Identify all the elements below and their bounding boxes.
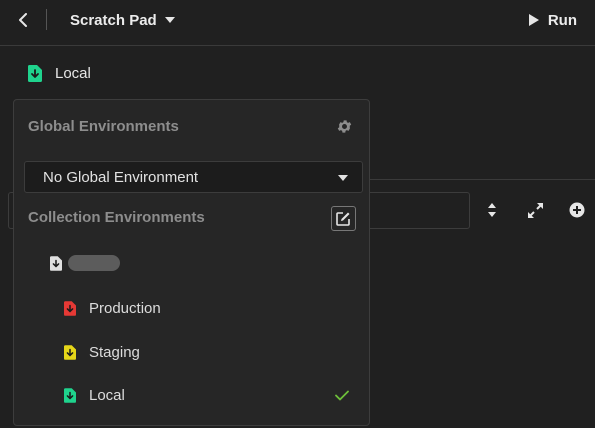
caret-down-icon — [164, 16, 175, 23]
add-icon[interactable] — [568, 201, 586, 219]
environment-dropdown: Global Environments No Global Environmen… — [13, 99, 370, 426]
back-button[interactable] — [14, 10, 32, 30]
edit-environments-button[interactable] — [331, 206, 356, 231]
check-icon — [334, 387, 350, 403]
gear-icon[interactable] — [335, 117, 353, 135]
environment-item-label: Local — [89, 386, 125, 404]
environment-selector-label: Local — [55, 64, 91, 82]
environment-selector[interactable]: Local — [28, 62, 91, 84]
environment-item-label: Staging — [89, 343, 140, 361]
caret-down-icon — [338, 175, 348, 181]
top-bar: Scratch Pad Run — [0, 0, 595, 46]
local-file-icon — [64, 387, 76, 403]
environment-item-label: Production — [89, 299, 161, 317]
environment-item-local[interactable]: Local — [64, 384, 125, 406]
expand-icon[interactable] — [526, 201, 544, 219]
edit-icon — [336, 212, 350, 226]
header-divider — [46, 9, 47, 30]
collection-environments-title: Collection Environments — [28, 209, 205, 226]
sort-icon[interactable] — [483, 201, 501, 219]
global-environment-select[interactable]: No Global Environment — [24, 161, 363, 193]
collection-item[interactable] — [50, 252, 120, 274]
environment-item-staging[interactable]: Staging — [64, 341, 140, 363]
run-label: Run — [547, 11, 577, 29]
staging-file-icon — [64, 344, 76, 360]
production-file-icon — [64, 300, 76, 316]
section-divider — [370, 179, 595, 180]
collection-file-icon — [50, 255, 62, 271]
scratch-pad-menu[interactable]: Scratch Pad — [70, 10, 175, 30]
global-environments-title: Global Environments — [28, 118, 179, 135]
page-title: Scratch Pad — [70, 11, 157, 29]
environment-item-production[interactable]: Production — [64, 297, 161, 319]
chevron-left-icon — [19, 13, 27, 27]
run-button[interactable]: Run — [528, 10, 577, 30]
global-environment-value: No Global Environment — [43, 169, 199, 186]
play-icon — [528, 14, 539, 26]
env-file-icon — [28, 64, 42, 82]
redacted-collection-name — [68, 255, 120, 271]
